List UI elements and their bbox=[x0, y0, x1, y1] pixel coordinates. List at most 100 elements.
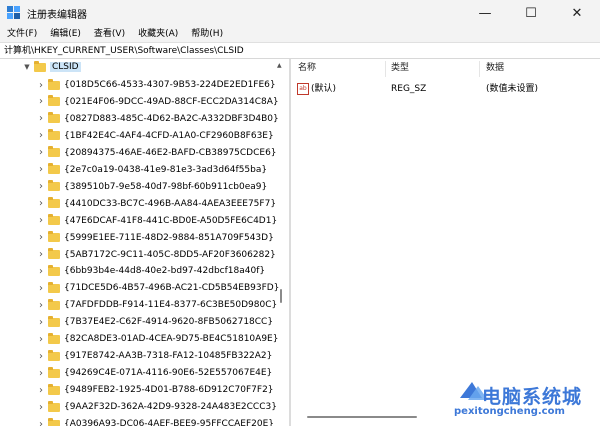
tree-item[interactable]: › {71DCE5D6-4B57-496B-AC21-CD5B54EB93FD} bbox=[36, 280, 279, 296]
tree-item-label: {7AFDFDDB-F914-11E4-8377-6C3BE50D980C} bbox=[64, 300, 278, 311]
column-divider[interactable] bbox=[479, 61, 480, 77]
tree-item[interactable]: › {1BF42E4C-4AF4-4CFD-A1A0-CF2960B8F63E} bbox=[36, 128, 274, 144]
folder-icon bbox=[48, 366, 60, 378]
folder-icon bbox=[48, 315, 60, 327]
tree-item[interactable]: › {6bb93b4e-44d8-40e2-bd97-42dbcf18a40f} bbox=[36, 263, 265, 279]
tree-item[interactable]: › {4410DC33-BC7C-496B-AA84-4AEA3EEE75F7} bbox=[36, 196, 276, 212]
chevron-right-icon[interactable]: › bbox=[36, 232, 46, 243]
chevron-right-icon[interactable]: › bbox=[36, 113, 46, 124]
tree-vertical-scrollbar[interactable]: ▲ bbox=[276, 59, 285, 426]
tree-item[interactable]: › {94269C4E-071A-4116-90E6-52E557067E4E} bbox=[36, 365, 272, 381]
folder-icon bbox=[48, 214, 60, 226]
chevron-right-icon[interactable]: › bbox=[36, 266, 46, 277]
window-title: 注册表编辑器 bbox=[27, 10, 87, 21]
tree-item[interactable]: › {5999E1EE-711E-48D2-9884-851A709F543D} bbox=[36, 230, 274, 246]
folder-icon bbox=[48, 78, 60, 90]
tree-item-label: {4410DC33-BC7C-496B-AA84-4AEA3EEE75F7} bbox=[64, 198, 277, 209]
tree-item-label: {1BF42E4C-4AF4-4CFD-A1A0-CF2960B8F63E} bbox=[64, 130, 274, 141]
chevron-right-icon[interactable]: › bbox=[36, 80, 46, 91]
menu-edit[interactable]: 编辑(E) bbox=[43, 26, 87, 42]
minimize-button[interactable]: — bbox=[462, 0, 508, 26]
chevron-right-icon[interactable]: › bbox=[36, 215, 46, 226]
chevron-right-icon[interactable]: › bbox=[36, 164, 46, 175]
tree-item-label: {9489FEB2-1925-4D01-B788-6D912C70F7F2} bbox=[64, 385, 274, 396]
chevron-right-icon[interactable]: › bbox=[36, 181, 46, 192]
chevron-right-icon[interactable]: › bbox=[36, 334, 46, 345]
minimize-icon: — bbox=[478, 5, 492, 21]
column-header-type[interactable]: 类型 bbox=[391, 59, 409, 77]
menu-favorites[interactable]: 收藏夹(A) bbox=[131, 26, 184, 42]
chevron-right-icon[interactable]: › bbox=[36, 385, 46, 396]
scroll-up-icon[interactable]: ▲ bbox=[277, 62, 282, 69]
value-type: REG_SZ bbox=[391, 84, 427, 94]
chevron-right-icon[interactable]: › bbox=[36, 147, 46, 158]
folder-icon bbox=[48, 180, 60, 192]
tree-item[interactable]: › {20894375-46AE-46E2-BAFD-CB38975CDCE6} bbox=[36, 145, 277, 161]
menu-file[interactable]: 文件(F) bbox=[0, 26, 43, 42]
tree-item-clsid[interactable]: ▼ CLSID bbox=[22, 59, 81, 75]
maximize-button[interactable]: ☐ bbox=[508, 0, 554, 26]
folder-icon bbox=[48, 383, 60, 395]
tree-item[interactable]: › {82CA8DE3-01AD-4CEA-9D75-BE4C51810A9E} bbox=[36, 331, 278, 347]
chevron-down-icon[interactable]: ▼ bbox=[22, 63, 32, 71]
chevron-right-icon[interactable]: › bbox=[36, 351, 46, 362]
tree-item-label: {7B37E4E2-C62F-4914-9620-8FB5062718CC} bbox=[64, 317, 274, 328]
chevron-right-icon[interactable]: › bbox=[36, 419, 46, 426]
folder-icon bbox=[48, 248, 60, 259]
tree-item[interactable]: › {0827D883-485C-4D62-BA2C-A332DBF3D4B0} bbox=[36, 111, 279, 127]
chevron-right-icon[interactable]: › bbox=[36, 198, 46, 209]
folder-icon bbox=[48, 197, 60, 209]
menu-view[interactable]: 查看(V) bbox=[87, 26, 131, 42]
chevron-right-icon[interactable]: › bbox=[36, 317, 46, 328]
title-bar: 注册表编辑器 — ☐ ✕ bbox=[0, 0, 600, 26]
tree-item[interactable]: › {7AFDFDDB-F914-11E4-8377-6C3BE50D980C} bbox=[36, 297, 277, 313]
chevron-right-icon[interactable]: › bbox=[36, 96, 46, 107]
tree-item[interactable]: › {7B37E4E2-C62F-4914-9620-8FB5062718CC} bbox=[36, 314, 273, 330]
column-header-data[interactable]: 数据 bbox=[486, 59, 504, 77]
key-tree[interactable]: ▼ CLSID › {018D5C66-4533-4307-9B53-224DE2… bbox=[0, 59, 285, 426]
folder-icon bbox=[48, 231, 60, 243]
chevron-right-icon[interactable]: › bbox=[36, 368, 46, 379]
values-pane[interactable]: 名称 类型 数据 ab (默认) REG_SZ (数值未设置) bbox=[291, 59, 600, 426]
tree-item-label: {47E6DCAF-41F8-441C-BD0E-A50D5FE6C4D1} bbox=[64, 215, 278, 226]
tree-item[interactable]: › {389510b7-9e58-40d7-98bf-60b911cb0ea9} bbox=[36, 179, 267, 195]
folder-icon bbox=[48, 129, 60, 141]
scroll-thumb[interactable] bbox=[307, 416, 417, 418]
column-header-name[interactable]: 名称 bbox=[298, 59, 316, 77]
maximize-icon: ☐ bbox=[525, 5, 537, 21]
tree-item[interactable]: › {917E8742-AA3B-7318-FA12-10485FB322A2} bbox=[36, 348, 272, 364]
tree-item[interactable]: › {9489FEB2-1925-4D01-B788-6D912C70F7F2} bbox=[36, 382, 274, 398]
tree-item[interactable]: › {2e7c0a19-0438-41e9-81e3-3ad3d64f55ba} bbox=[36, 162, 267, 178]
chevron-right-icon[interactable]: › bbox=[36, 300, 46, 311]
tree-item[interactable]: › {47E6DCAF-41F8-441C-BD0E-A50D5FE6C4D1} bbox=[36, 213, 277, 229]
folder-icon bbox=[34, 60, 46, 72]
tree-item-label: {2e7c0a19-0438-41e9-81e3-3ad3d64f55ba} bbox=[64, 164, 268, 175]
column-divider[interactable] bbox=[385, 61, 386, 77]
tree-item[interactable]: › {018D5C66-4533-4307-9B53-224DE2ED1FE6} bbox=[36, 77, 276, 93]
chevron-right-icon[interactable]: › bbox=[36, 402, 46, 413]
tree-item[interactable]: › {021E4F06-9DCC-49AD-88CF-ECC2DA314C8A} bbox=[36, 94, 279, 110]
watermark-title: 电脑系统城 bbox=[482, 386, 583, 408]
tree-item-label: {018D5C66-4533-4307-9B53-224DE2ED1FE6} bbox=[64, 80, 276, 90]
tree-item-label: {20894375-46AE-46E2-BAFD-CB38975CDCE6} bbox=[64, 147, 277, 158]
menu-help[interactable]: 帮助(H) bbox=[184, 26, 229, 42]
tree-item[interactable]: › {9AA2F32D-362A-42D9-9328-24A483E2CCC3} bbox=[36, 399, 277, 415]
tree-item[interactable]: › {A0396A93-DC06-4AEF-BEE9-95FFCCAEF20E} bbox=[36, 416, 274, 426]
chevron-right-icon[interactable]: › bbox=[36, 249, 46, 260]
folder-icon bbox=[48, 417, 60, 426]
tree-item-label: {5AB7172C-9C11-405C-8DD5-AF20F3606282} bbox=[64, 249, 276, 260]
tree-item[interactable]: › {5AB7172C-9C11-405C-8DD5-AF20F3606282} bbox=[36, 247, 276, 263]
tree-item-label: {82CA8DE3-01AD-4CEA-9D75-BE4C51810A9E} bbox=[64, 334, 279, 345]
folder-icon bbox=[48, 349, 60, 361]
value-data: (数值未设置) bbox=[486, 84, 539, 94]
chevron-right-icon[interactable]: › bbox=[36, 283, 46, 294]
registry-editor-icon bbox=[7, 6, 20, 19]
chevron-right-icon[interactable]: › bbox=[36, 130, 46, 141]
watermark-url: pexitongcheng.com bbox=[454, 406, 565, 417]
folder-icon bbox=[48, 298, 60, 310]
tree-item-label: {917E8742-AA3B-7318-FA12-10485FB322A2} bbox=[64, 351, 273, 362]
scroll-thumb[interactable] bbox=[280, 289, 282, 303]
value-name[interactable]: (默认) bbox=[311, 81, 336, 97]
close-button[interactable]: ✕ bbox=[554, 0, 600, 26]
address-bar[interactable]: 计算机\HKEY_CURRENT_USER\Software\Classes\C… bbox=[0, 42, 600, 59]
